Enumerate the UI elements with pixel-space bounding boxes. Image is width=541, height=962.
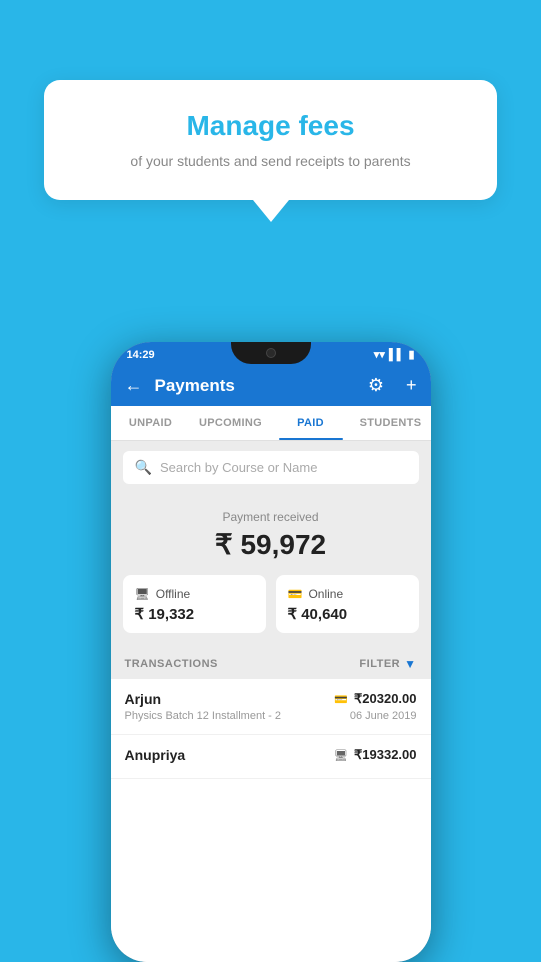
offline-amount: ₹ 19,332 [135, 605, 254, 623]
offline-icon: 🖥 [135, 587, 150, 601]
payment-received-label: Payment received [111, 510, 431, 524]
payment-cards: 🖥 Offline ₹ 19,332 💳 Online ₹ 40,640 [111, 575, 431, 647]
transaction-detail: Physics Batch 12 Installment - 2 [125, 710, 282, 722]
transaction-date: 06 June 2019 [350, 710, 417, 722]
status-time: 14:29 [127, 349, 155, 361]
transaction-list: Arjun 💳 ₹20320.00 Physics Batch 12 Insta… [111, 679, 431, 962]
callout-subtitle: of your students and send receipts to pa… [68, 152, 473, 172]
transaction-amount-wrap: 🖥 ₹19332.00 [334, 747, 416, 763]
tab-paid[interactable]: PAID [271, 406, 351, 440]
wifi-icon: ▾▾ [374, 348, 385, 361]
add-icon[interactable]: + [406, 375, 417, 396]
signal-icon: ▌▌ [389, 349, 405, 361]
transaction-amount: ₹20320.00 [354, 691, 417, 707]
transaction-row-top: Anupriya 🖥 ₹19332.00 [125, 747, 417, 763]
search-container: 🔍 Search by Course or Name [111, 441, 431, 494]
transaction-row-bottom: Physics Batch 12 Installment - 2 06 June… [125, 710, 417, 722]
app-screen: 14:29 ▾▾ ▌▌ ▮ ← Payments ⚙ + UNPAID UPCO… [111, 342, 431, 962]
payment-summary: Payment received ₹ 59,972 [111, 494, 431, 575]
search-icon: 🔍 [135, 459, 152, 476]
transactions-label: TRANSACTIONS [125, 658, 218, 670]
callout-card: Manage fees of your students and send re… [44, 80, 497, 200]
tabs: UNPAID UPCOMING PAID STUDENTS [111, 406, 431, 441]
callout-title: Manage fees [68, 110, 473, 142]
search-bar[interactable]: 🔍 Search by Course or Name [123, 451, 419, 484]
page-title: Payments [155, 376, 346, 396]
transaction-amount-wrap: 💳 ₹20320.00 [334, 691, 416, 707]
settings-icon[interactable]: ⚙ [368, 375, 384, 396]
back-button[interactable]: ← [125, 375, 143, 396]
online-label: Online [308, 587, 343, 601]
offline-label: Offline [156, 587, 190, 601]
table-row[interactable]: Anupriya 🖥 ₹19332.00 [111, 735, 431, 779]
payment-total-amount: ₹ 59,972 [111, 528, 431, 561]
filter-button[interactable]: FILTER ▼ [359, 657, 416, 671]
online-amount: ₹ 40,640 [288, 605, 407, 623]
filter-icon: ▼ [404, 657, 416, 671]
transaction-amount: ₹19332.00 [354, 747, 417, 763]
status-icons: ▾▾ ▌▌ ▮ [374, 348, 415, 361]
notch [231, 342, 311, 364]
tab-unpaid[interactable]: UNPAID [111, 406, 191, 440]
table-row[interactable]: Arjun 💳 ₹20320.00 Physics Batch 12 Insta… [111, 679, 431, 735]
offline-payment-card: 🖥 Offline ₹ 19,332 [123, 575, 266, 633]
online-icon: 💳 [288, 587, 303, 601]
online-card-header: 💳 Online [288, 587, 407, 601]
transactions-header: TRANSACTIONS FILTER ▼ [111, 647, 431, 679]
transaction-name: Arjun [125, 691, 162, 707]
transaction-type-icon: 💳 [334, 693, 348, 706]
app-header: ← Payments ⚙ + [111, 365, 431, 406]
transaction-type-icon: 🖥 [334, 749, 348, 762]
tab-upcoming[interactable]: UPCOMING [191, 406, 271, 440]
battery-icon: ▮ [408, 348, 414, 361]
search-placeholder: Search by Course or Name [160, 460, 318, 475]
transaction-row-top: Arjun 💳 ₹20320.00 [125, 691, 417, 707]
tab-students[interactable]: STUDENTS [351, 406, 431, 440]
online-payment-card: 💳 Online ₹ 40,640 [276, 575, 419, 633]
camera-dot [266, 348, 276, 358]
transaction-name: Anupriya [125, 747, 186, 763]
offline-card-header: 🖥 Offline [135, 587, 254, 601]
phone-frame: 14:29 ▾▾ ▌▌ ▮ ← Payments ⚙ + UNPAID UPCO… [111, 342, 431, 962]
filter-label: FILTER [359, 658, 400, 670]
